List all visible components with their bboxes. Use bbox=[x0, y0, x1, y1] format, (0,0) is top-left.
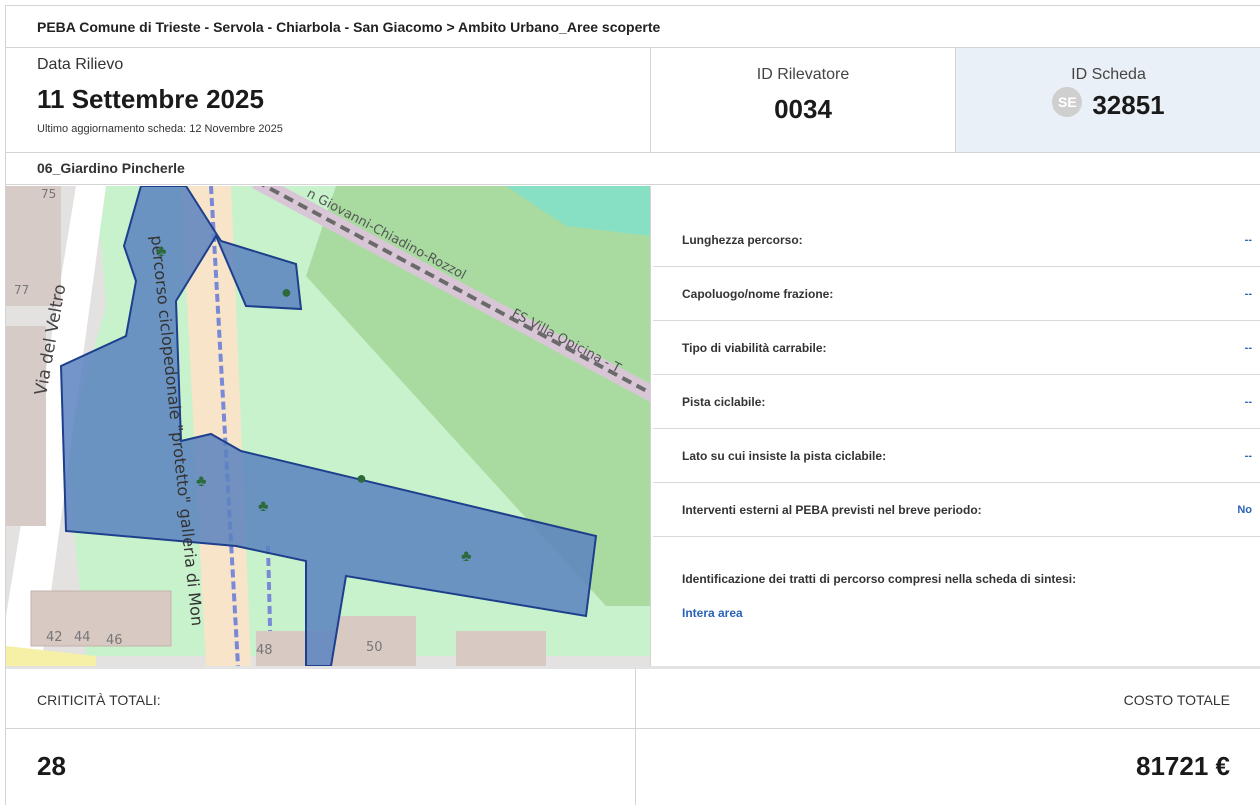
se-badge-icon: SE bbox=[1052, 86, 1083, 117]
map-house-number: 46 bbox=[106, 633, 123, 648]
surveyor-info: ID Rilevatore 0034 bbox=[651, 48, 956, 152]
map-house-number: 75 bbox=[41, 187, 56, 201]
property-row: Interventi esterni al PEBA previsti nel … bbox=[653, 483, 1260, 537]
property-label: Pista ciclabile: bbox=[682, 394, 766, 409]
survey-info: Data Rilievo 11 Settembre 2025 Ultimo ag… bbox=[6, 48, 651, 152]
survey-date-label: Data Rilievo bbox=[37, 56, 124, 73]
park-icon: ♣ bbox=[196, 473, 207, 490]
property-label: Lato su cui insiste la pista ciclabile: bbox=[682, 448, 887, 463]
last-updated: Ultimo aggiornamento scheda: 12 Novembre… bbox=[37, 123, 283, 135]
survey-date: 11 Settembre 2025 bbox=[37, 84, 264, 114]
map-house-number: 44 bbox=[74, 630, 91, 645]
park-icon: ♣ bbox=[258, 498, 269, 515]
map-view[interactable]: Via del Veltro percorso ciclopedonale "p… bbox=[6, 186, 651, 666]
property-label: Lunghezza percorso: bbox=[682, 232, 803, 247]
sheet-id: 32851 bbox=[1092, 90, 1165, 120]
identification-label: Identificazione dei tratti di percorso c… bbox=[682, 572, 1077, 586]
park-icon: ♣ bbox=[461, 548, 472, 565]
sheet-frame: PEBA Comune di Trieste - Servola - Chiar… bbox=[5, 5, 1260, 805]
property-value: -- bbox=[1244, 449, 1252, 462]
totals-header: CRITICITÀ TOTALI: COSTO TOTALE bbox=[6, 666, 1260, 729]
property-label: Tipo di viabilità carrabile: bbox=[682, 340, 827, 355]
costo-label: COSTO TOTALE bbox=[1123, 692, 1230, 708]
criticita-value: 28 bbox=[6, 729, 636, 805]
identification-row: Identificazione dei tratti di percorso c… bbox=[653, 537, 1260, 666]
map-house-number: 42 bbox=[46, 630, 63, 645]
property-value: -- bbox=[1244, 395, 1252, 408]
surveyor-label: ID Rilevatore bbox=[756, 66, 850, 83]
property-label: Capoluogo/nome frazione: bbox=[682, 286, 834, 301]
section-title: 06_Giardino Pincherle bbox=[6, 153, 1260, 185]
costo-value: 81721 € bbox=[1136, 751, 1230, 781]
map-house-number: 48 bbox=[256, 643, 273, 658]
property-value: -- bbox=[1244, 233, 1252, 246]
property-row: Lunghezza percorso: -- bbox=[653, 213, 1260, 267]
sheet-info: ID Scheda SE 32851 bbox=[956, 48, 1260, 152]
dog-area-icon: ● bbox=[281, 282, 292, 302]
criticita-label: CRITICITÀ TOTALI: bbox=[6, 669, 636, 729]
breadcrumb: PEBA Comune di Trieste - Servola - Chiar… bbox=[6, 6, 1260, 48]
intera-area-link[interactable]: Intera area bbox=[682, 606, 1232, 620]
property-value: -- bbox=[1244, 341, 1252, 354]
dog-area-icon: ● bbox=[356, 468, 367, 488]
sheet-label: ID Scheda bbox=[1071, 66, 1146, 83]
surveyor-id: 0034 bbox=[774, 94, 832, 124]
map-house-number: 50 bbox=[366, 640, 383, 655]
property-value: -- bbox=[1244, 287, 1252, 300]
map-building bbox=[456, 631, 546, 666]
property-row: Capoluogo/nome frazione: -- bbox=[653, 267, 1260, 321]
property-value: No bbox=[1237, 503, 1252, 516]
map-house-number: 77 bbox=[14, 283, 29, 297]
property-row: Tipo di viabilità carrabile: -- bbox=[653, 321, 1260, 375]
property-label: Interventi esterni al PEBA previsti nel … bbox=[682, 502, 982, 517]
totals-values: 28 81721 € bbox=[6, 729, 1260, 805]
map-canvas[interactable]: Via del Veltro percorso ciclopedonale "p… bbox=[6, 186, 651, 666]
property-row: Pista ciclabile: -- bbox=[653, 375, 1260, 429]
property-row: Lato su cui insiste la pista ciclabile: … bbox=[653, 429, 1260, 483]
info-row: Data Rilievo 11 Settembre 2025 Ultimo ag… bbox=[6, 48, 1260, 153]
properties-panel: Lunghezza percorso: -- Capoluogo/nome fr… bbox=[653, 186, 1260, 666]
park-icon: ♣ bbox=[156, 243, 167, 260]
